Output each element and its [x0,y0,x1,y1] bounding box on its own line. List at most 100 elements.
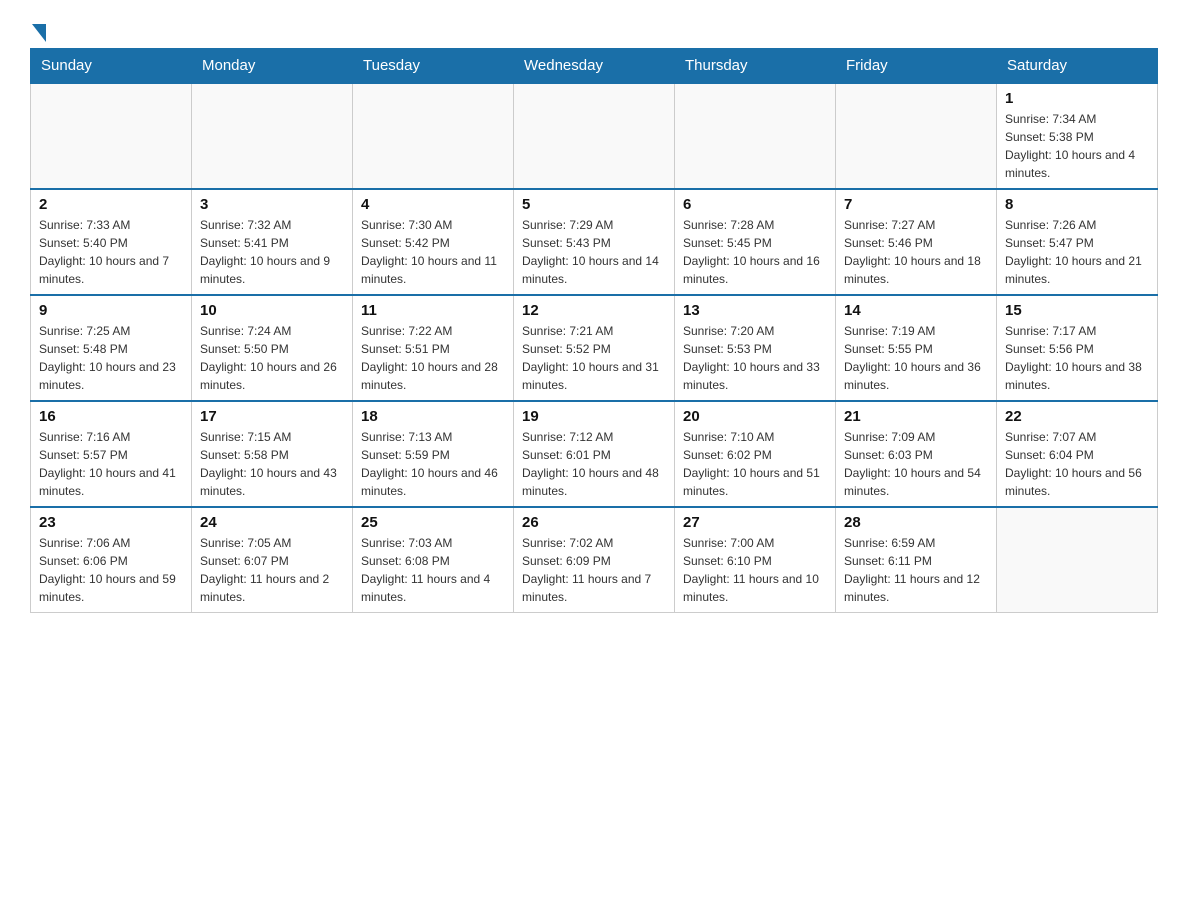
day-number: 4 [361,196,505,213]
calendar-cell: 13Sunrise: 7:20 AM Sunset: 5:53 PM Dayli… [675,295,836,401]
calendar-cell: 28 Sunrise: 6:59 AM Sunset: 6:11 PM Dayli… [836,507,997,613]
day-info: Sunrise: 7:16 AM Sunset: 5:57 PM Dayligh… [39,428,183,500]
day-number: 13 [683,302,827,319]
calendar-week-row: 16 Sunrise: 7:16 AM Sunset: 5:57 PM Dayli… [31,401,1158,507]
day-info: Sunrise: 7:27 AM Sunset: 5:46 PM Dayligh… [844,216,988,288]
day-info: Sunrise: 7:03 AM Sunset: 6:08 PM Dayligh… [361,534,505,606]
day-info: Sunrise: 7:12 AM Sunset: 6:01 PM Dayligh… [522,428,666,500]
calendar-cell: 19Sunrise: 7:12 AM Sunset: 6:01 PM Dayli… [514,401,675,507]
day-number: 10 [200,302,344,319]
day-number: 17 [200,408,344,425]
day-info: Sunrise: 7:30 AM Sunset: 5:42 PM Dayligh… [361,216,505,288]
day-number: 14 [844,302,988,319]
day-number: 23 [39,514,183,531]
day-info: Sunrise: 7:32 AM Sunset: 5:41 PM Dayligh… [200,216,344,288]
logo-arrow-icon [32,24,46,42]
day-number: 16 [39,408,183,425]
day-info: Sunrise: 7:29 AM Sunset: 5:43 PM Dayligh… [522,216,666,288]
day-info: Sunrise: 7:02 AM Sunset: 6:09 PM Dayligh… [522,534,666,606]
day-info: Sunrise: 7:25 AM Sunset: 5:48 PM Dayligh… [39,322,183,394]
day-info: Sunrise: 7:28 AM Sunset: 5:45 PM Dayligh… [683,216,827,288]
day-header-wednesday: Wednesday [514,49,675,84]
day-number: 26 [522,514,666,531]
day-info: Sunrise: 7:24 AM Sunset: 5:50 PM Dayligh… [200,322,344,394]
day-number: 6 [683,196,827,213]
calendar-week-row: 9 Sunrise: 7:25 AM Sunset: 5:48 PM Daylig… [31,295,1158,401]
day-number: 3 [200,196,344,213]
calendar-cell: 26 Sunrise: 7:02 AM Sunset: 6:09 PM Dayli… [514,507,675,613]
calendar-cell: 15 Sunrise: 7:17 AM Sunset: 5:56 PM Dayli… [997,295,1158,401]
day-number: 28 [844,514,988,531]
day-info: Sunrise: 7:05 AM Sunset: 6:07 PM Dayligh… [200,534,344,606]
day-info: Sunrise: 7:21 AM Sunset: 5:52 PM Dayligh… [522,322,666,394]
day-info: Sunrise: 7:06 AM Sunset: 6:06 PM Dayligh… [39,534,183,606]
calendar-cell: 22 Sunrise: 7:07 AM Sunset: 6:04 PM Dayli… [997,401,1158,507]
calendar-cell: 14 Sunrise: 7:19 AM Sunset: 5:55 PM Dayli… [836,295,997,401]
day-number: 27 [683,514,827,531]
day-number: 11 [361,302,505,319]
calendar-cell: 5 Sunrise: 7:29 AM Sunset: 5:43 PM Daylig… [514,189,675,295]
calendar-cell: 20Sunrise: 7:10 AM Sunset: 6:02 PM Dayli… [675,401,836,507]
calendar-cell: 6 Sunrise: 7:28 AM Sunset: 5:45 PM Daylig… [675,189,836,295]
day-info: Sunrise: 7:13 AM Sunset: 5:59 PM Dayligh… [361,428,505,500]
calendar-cell: 27 Sunrise: 7:00 AM Sunset: 6:10 PM Dayli… [675,507,836,613]
calendar-cell: 11Sunrise: 7:22 AM Sunset: 5:51 PM Dayli… [353,295,514,401]
day-header-saturday: Saturday [997,49,1158,84]
day-header-sunday: Sunday [31,49,192,84]
day-number: 20 [683,408,827,425]
calendar-cell: 10 Sunrise: 7:24 AM Sunset: 5:50 PM Dayli… [192,295,353,401]
calendar-header-row: SundayMondayTuesdayWednesdayThursdayFrid… [31,49,1158,84]
calendar-cell: 8 Sunrise: 7:26 AM Sunset: 5:47 PM Daylig… [997,189,1158,295]
day-number: 22 [1005,408,1149,425]
day-header-thursday: Thursday [675,49,836,84]
calendar-cell: 24 Sunrise: 7:05 AM Sunset: 6:07 PM Dayli… [192,507,353,613]
day-number: 1 [1005,90,1149,107]
calendar-cell: 9 Sunrise: 7:25 AM Sunset: 5:48 PM Daylig… [31,295,192,401]
calendar-week-row: 1 Sunrise: 7:34 AM Sunset: 5:38 PM Daylig… [31,83,1158,189]
day-info: Sunrise: 7:34 AM Sunset: 5:38 PM Dayligh… [1005,110,1149,182]
calendar-cell: 7 Sunrise: 7:27 AM Sunset: 5:46 PM Daylig… [836,189,997,295]
calendar-cell [31,83,192,189]
day-info: Sunrise: 7:07 AM Sunset: 6:04 PM Dayligh… [1005,428,1149,500]
day-number: 8 [1005,196,1149,213]
calendar-cell: 4 Sunrise: 7:30 AM Sunset: 5:42 PM Daylig… [353,189,514,295]
calendar-cell [997,507,1158,613]
calendar-cell: 18 Sunrise: 7:13 AM Sunset: 5:59 PM Dayli… [353,401,514,507]
calendar-cell [353,83,514,189]
day-number: 9 [39,302,183,319]
calendar-cell: 2Sunrise: 7:33 AM Sunset: 5:40 PM Daylig… [31,189,192,295]
day-header-monday: Monday [192,49,353,84]
day-header-friday: Friday [836,49,997,84]
calendar-cell [836,83,997,189]
day-number: 18 [361,408,505,425]
day-number: 21 [844,408,988,425]
day-info: Sunrise: 7:15 AM Sunset: 5:58 PM Dayligh… [200,428,344,500]
day-header-tuesday: Tuesday [353,49,514,84]
day-number: 7 [844,196,988,213]
day-info: Sunrise: 7:17 AM Sunset: 5:56 PM Dayligh… [1005,322,1149,394]
calendar-cell: 12 Sunrise: 7:21 AM Sunset: 5:52 PM Dayli… [514,295,675,401]
calendar-cell: 23 Sunrise: 7:06 AM Sunset: 6:06 PM Dayli… [31,507,192,613]
logo [30,20,48,38]
calendar-cell: 16 Sunrise: 7:16 AM Sunset: 5:57 PM Dayli… [31,401,192,507]
day-number: 24 [200,514,344,531]
day-info: Sunrise: 7:26 AM Sunset: 5:47 PM Dayligh… [1005,216,1149,288]
logo-text [30,20,48,38]
calendar-cell [192,83,353,189]
day-info: Sunrise: 6:59 AM Sunset: 6:11 PM Dayligh… [844,534,988,606]
day-info: Sunrise: 7:09 AM Sunset: 6:03 PM Dayligh… [844,428,988,500]
calendar-week-row: 2Sunrise: 7:33 AM Sunset: 5:40 PM Daylig… [31,189,1158,295]
calendar-cell: 1 Sunrise: 7:34 AM Sunset: 5:38 PM Daylig… [997,83,1158,189]
calendar-table: SundayMondayTuesdayWednesdayThursdayFrid… [30,48,1158,613]
day-number: 15 [1005,302,1149,319]
page-header [30,20,1158,38]
day-number: 12 [522,302,666,319]
calendar-cell: 25 Sunrise: 7:03 AM Sunset: 6:08 PM Dayli… [353,507,514,613]
calendar-cell: 21 Sunrise: 7:09 AM Sunset: 6:03 PM Dayli… [836,401,997,507]
day-info: Sunrise: 7:33 AM Sunset: 5:40 PM Dayligh… [39,216,183,288]
day-number: 25 [361,514,505,531]
day-number: 5 [522,196,666,213]
day-info: Sunrise: 7:19 AM Sunset: 5:55 PM Dayligh… [844,322,988,394]
calendar-week-row: 23 Sunrise: 7:06 AM Sunset: 6:06 PM Dayli… [31,507,1158,613]
day-info: Sunrise: 7:00 AM Sunset: 6:10 PM Dayligh… [683,534,827,606]
